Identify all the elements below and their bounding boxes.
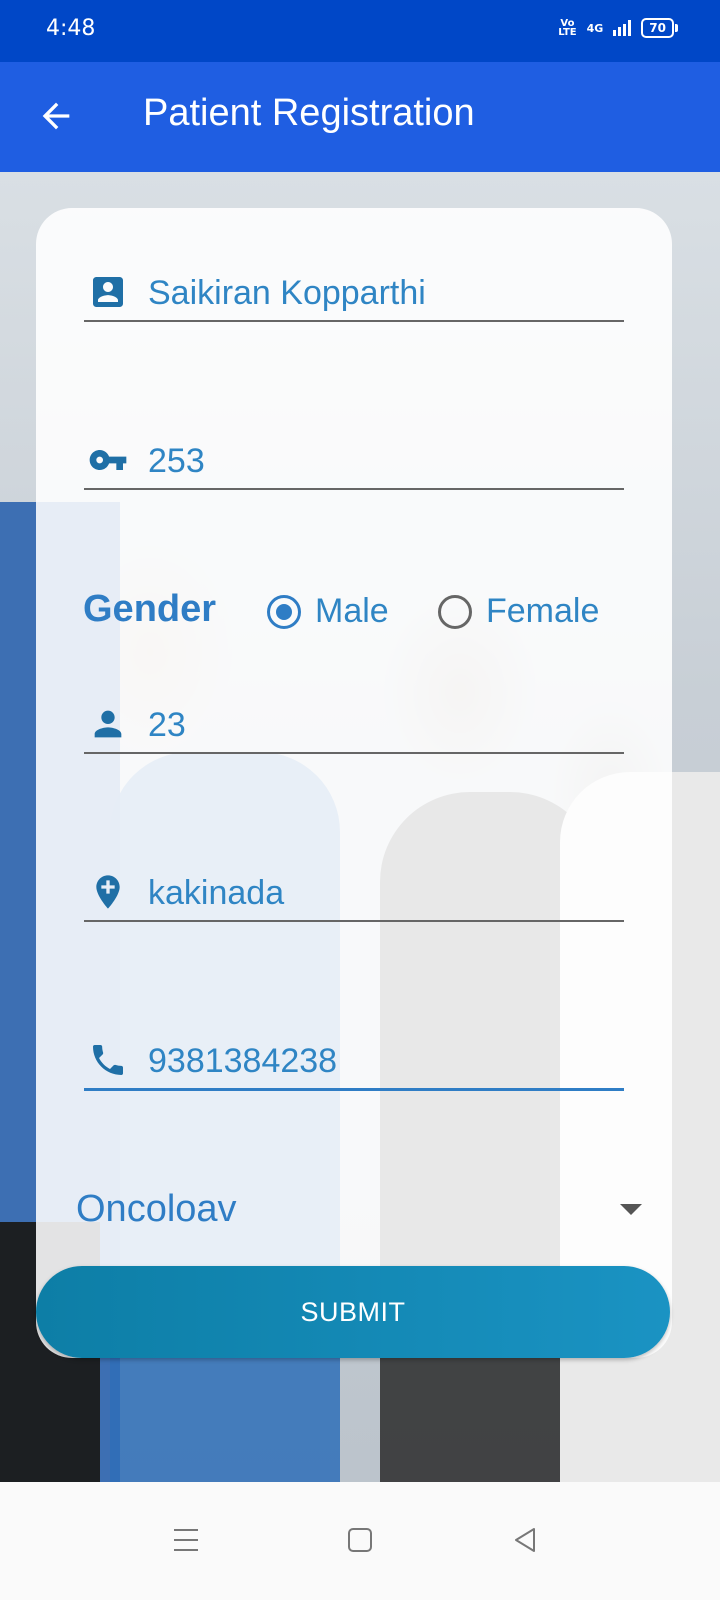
gender-row: Gender Male Female [83, 588, 643, 638]
dropdown-caret-icon [620, 1204, 642, 1215]
add-location-icon [96, 875, 120, 909]
radio-checked-icon [267, 594, 301, 629]
battery-icon: 70 [641, 18, 678, 38]
home-square-icon[interactable] [340, 1520, 380, 1560]
name-value: Saikiran Kopparthi [148, 274, 426, 312]
radio-unchecked-icon [438, 594, 472, 629]
menu-icon[interactable] [166, 1520, 206, 1560]
contact-card-icon [93, 277, 123, 307]
name-field[interactable]: Saikiran Kopparthi [84, 270, 624, 322]
age-field[interactable]: 23 [84, 702, 624, 754]
status-time: 4:48 [46, 16, 96, 41]
gender-female-radio[interactable]: Female [438, 592, 599, 631]
department-value: Oncoloav [76, 1188, 237, 1230]
back-triangle-icon[interactable] [506, 1520, 546, 1560]
phone-icon [93, 1045, 123, 1075]
phone-value: 9381384238 [148, 1042, 338, 1080]
status-icons: Vo LTE 4G 70 [558, 18, 678, 38]
network-type-label: 4G [586, 21, 604, 35]
signal-icon [613, 20, 632, 36]
battery-level: 70 [649, 21, 666, 35]
age-value: 23 [148, 706, 186, 744]
gender-male-label: Male [315, 592, 389, 630]
person-icon [94, 710, 122, 738]
gender-female-label: Female [486, 592, 600, 630]
app-bar: Patient Registration [0, 62, 720, 172]
key-icon [89, 450, 127, 470]
arrow-left-icon[interactable] [36, 96, 76, 136]
phone-field[interactable]: 9381384238 [84, 1038, 624, 1091]
navigation-bar [0, 1482, 720, 1600]
gender-male-radio[interactable]: Male [267, 592, 389, 631]
network-indicator: 4G [587, 22, 604, 35]
volte-indicator: Vo LTE [558, 18, 577, 38]
submit-button[interactable]: SUBMIT [36, 1266, 670, 1358]
registration-form-card: Saikiran Kopparthi 253 Gender Male Femal… [36, 208, 672, 1358]
patient-id-value: 253 [148, 442, 205, 480]
location-field[interactable]: kakinada [84, 870, 624, 922]
status-bar: 4:48 Vo LTE 4G 70 [0, 0, 720, 62]
department-dropdown[interactable]: Oncoloav [76, 1188, 656, 1248]
page-title: Patient Registration [143, 92, 475, 134]
gender-label: Gender [83, 588, 217, 630]
location-value: kakinada [148, 874, 285, 912]
patient-id-field[interactable]: 253 [84, 438, 624, 490]
